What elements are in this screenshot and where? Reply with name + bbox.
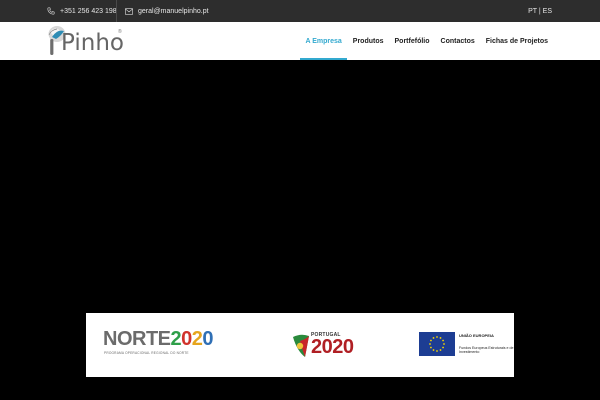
envelope-icon — [125, 7, 133, 15]
nav-item-a-empresa[interactable]: A Empresa — [300, 22, 348, 60]
eu-logo: UNIÃO EUROPEIA Fundos Europeus Estrutura… — [419, 332, 514, 360]
email-address: geral@manuelpinho.pt — [138, 7, 209, 15]
nav-item-portfef-lio[interactable]: Portfefólio — [395, 22, 430, 60]
norte2020-logo: NORTE2020 PROGRAMA OPERACIONAL REGIONAL … — [103, 329, 258, 361]
portugal-emblem-icon — [293, 334, 309, 357]
phone-number: +351 256 423 198 — [60, 7, 117, 15]
language-switcher[interactable]: PT | ES — [528, 0, 552, 22]
topbar-divider — [116, 0, 117, 22]
nav-item-fichas-de-projetos[interactable]: Fichas de Projetos — [486, 22, 548, 60]
eu-title: UNIÃO EUROPEIA — [459, 333, 494, 338]
norte2020-subtitle: PROGRAMA OPERACIONAL REGIONAL DO NORTE — [104, 351, 189, 355]
eu-flag-icon — [419, 332, 455, 356]
logo-text: Pinho — [61, 30, 124, 56]
norte2020-text: NORTE2020 — [103, 328, 213, 350]
email-contact[interactable]: geral@manuelpinho.pt — [125, 0, 209, 22]
eu-subtitle: Fundos Europeus Estruturais e de Investi… — [459, 346, 514, 355]
funding-banner: NORTE2020 PROGRAMA OPERACIONAL REGIONAL … — [86, 313, 514, 377]
registered-mark: ® — [118, 29, 122, 35]
phone-icon — [47, 7, 55, 15]
site-header: Pinho ® A Empresa Produtos Portfefólio Cont… — [0, 22, 600, 60]
nav-item-produtos[interactable]: Produtos — [353, 22, 384, 60]
portugal2020-logo: PORTUGAL 2020 — [291, 329, 381, 361]
main-navigation: A Empresa Produtos Portfefólio Contactos Fic… — [300, 22, 548, 60]
nav-item-contactos[interactable]: Contactos — [441, 22, 475, 60]
portugal-year: 2020 — [311, 336, 354, 358]
phone-contact[interactable]: +351 256 423 198 — [47, 0, 117, 22]
top-info-bar: +351 256 423 198 geral@manuelpinho.pt PT… — [0, 0, 600, 22]
site-logo[interactable]: Pinho ® — [47, 25, 127, 58]
